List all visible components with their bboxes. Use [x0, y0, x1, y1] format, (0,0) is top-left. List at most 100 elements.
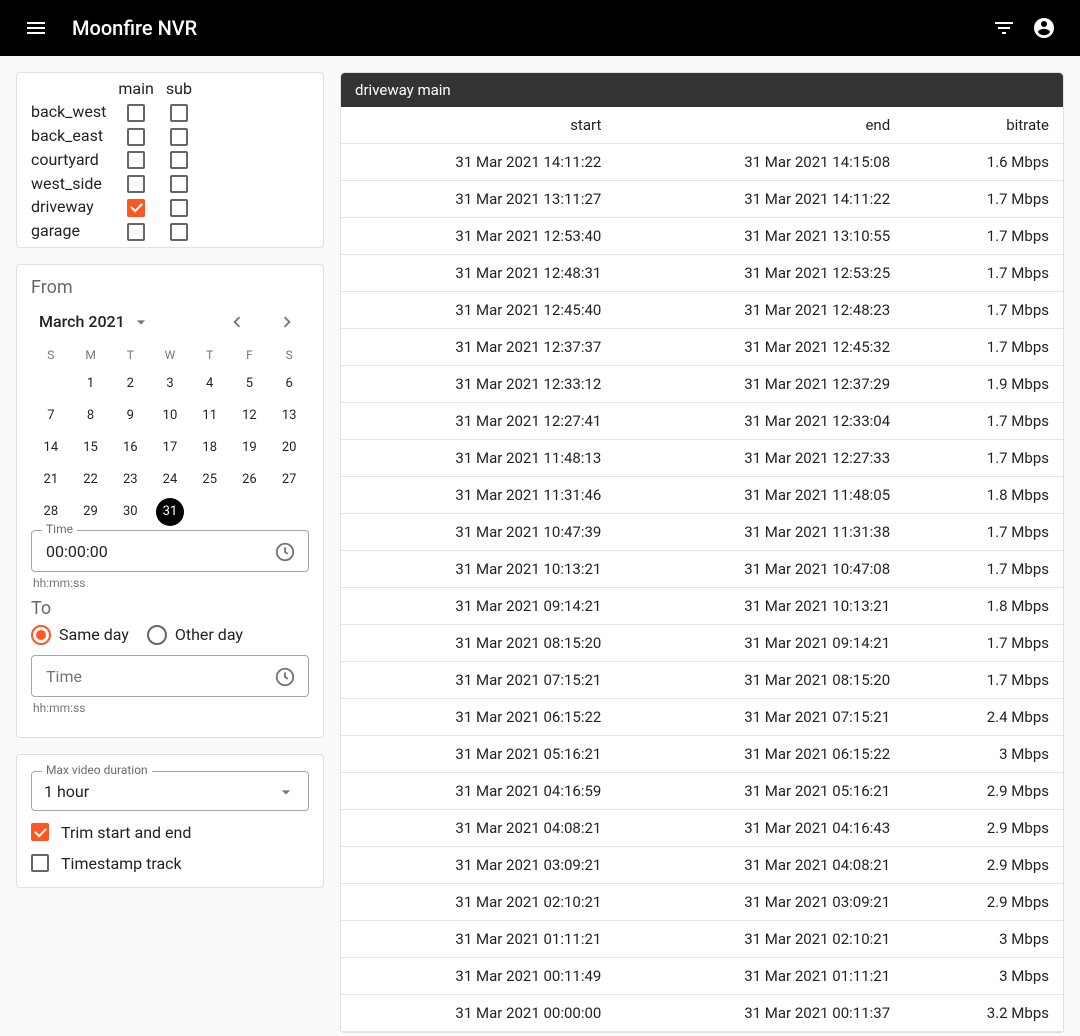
calendar-day[interactable]: 27 — [269, 464, 309, 496]
recording-end: 31 Mar 2021 14:15:08 — [615, 144, 904, 181]
calendar-day[interactable]: 19 — [230, 432, 270, 464]
calendar-day[interactable]: 9 — [110, 400, 150, 432]
recording-row[interactable]: 31 Mar 2021 09:14:2131 Mar 2021 10:13:21… — [341, 588, 1063, 625]
camera-sub-checkbox[interactable] — [170, 104, 188, 122]
calendar-prev-button[interactable] — [223, 308, 251, 336]
camera-main-checkbox[interactable] — [127, 223, 145, 241]
to-time-field[interactable] — [31, 655, 309, 697]
calendar-dow: T — [110, 342, 150, 368]
recording-row[interactable]: 31 Mar 2021 10:47:3931 Mar 2021 11:31:38… — [341, 514, 1063, 551]
from-time-input[interactable] — [44, 541, 274, 562]
calendar-day[interactable]: 8 — [71, 400, 111, 432]
calendar-month-picker[interactable]: March 2021 — [39, 312, 151, 332]
max-duration-select[interactable]: Max video duration 1 hour — [31, 771, 309, 811]
recording-row[interactable]: 31 Mar 2021 11:48:1331 Mar 2021 12:27:33… — [341, 440, 1063, 477]
dropdown-icon — [131, 312, 151, 332]
recording-bitrate: 1.7 Mbps — [904, 625, 1063, 662]
recording-row[interactable]: 31 Mar 2021 14:11:2231 Mar 2021 14:15:08… — [341, 144, 1063, 181]
calendar-day[interactable]: 4 — [190, 368, 230, 400]
calendar-day[interactable]: 3 — [150, 368, 190, 400]
camera-main-checkbox[interactable] — [127, 151, 145, 169]
calendar-day[interactable]: 31 — [150, 496, 190, 528]
recording-row[interactable]: 31 Mar 2021 01:11:2131 Mar 2021 02:10:21… — [341, 921, 1063, 958]
camera-name: back_east — [25, 124, 112, 148]
camera-sub-checkbox[interactable] — [170, 199, 188, 217]
recording-row[interactable]: 31 Mar 2021 04:08:2131 Mar 2021 04:16:43… — [341, 810, 1063, 847]
filter-button[interactable] — [984, 8, 1024, 48]
recording-row[interactable]: 31 Mar 2021 12:48:3131 Mar 2021 12:53:25… — [341, 255, 1063, 292]
recording-row[interactable]: 31 Mar 2021 12:37:3731 Mar 2021 12:45:32… — [341, 329, 1063, 366]
calendar-day[interactable]: 16 — [110, 432, 150, 464]
camera-sub-checkbox[interactable] — [170, 223, 188, 241]
camera-main-checkbox[interactable] — [127, 128, 145, 146]
calendar-day[interactable]: 13 — [269, 400, 309, 432]
recording-start: 31 Mar 2021 13:11:27 — [341, 181, 615, 218]
calendar-day[interactable]: 14 — [31, 432, 71, 464]
recording-row[interactable]: 31 Mar 2021 12:33:1231 Mar 2021 12:37:29… — [341, 366, 1063, 403]
camera-sub-checkbox[interactable] — [170, 128, 188, 146]
calendar-day[interactable]: 26 — [230, 464, 270, 496]
from-time-field[interactable]: Time — [31, 530, 309, 572]
trim-checkbox-row[interactable]: Trim start and end — [31, 823, 309, 842]
account-button[interactable] — [1024, 8, 1064, 48]
calendar-day[interactable]: 21 — [31, 464, 71, 496]
calendar-day[interactable]: 24 — [150, 464, 190, 496]
recording-bitrate: 1.7 Mbps — [904, 329, 1063, 366]
to-other-day-radio[interactable]: Other day — [147, 625, 243, 645]
trim-checkbox[interactable] — [31, 823, 49, 841]
calendar-day[interactable]: 30 — [110, 496, 150, 528]
recording-start: 31 Mar 2021 06:15:22 — [341, 699, 615, 736]
calendar-day[interactable]: 7 — [31, 400, 71, 432]
menu-button[interactable] — [16, 8, 56, 48]
calendar-day[interactable]: 12 — [230, 400, 270, 432]
calendar-day[interactable]: 20 — [269, 432, 309, 464]
recording-row[interactable]: 31 Mar 2021 10:13:2131 Mar 2021 10:47:08… — [341, 551, 1063, 588]
camera-main-checkbox[interactable] — [127, 104, 145, 122]
calendar-day[interactable]: 15 — [71, 432, 111, 464]
recording-row[interactable]: 31 Mar 2021 11:31:4631 Mar 2021 11:48:05… — [341, 477, 1063, 514]
calendar-day[interactable]: 5 — [230, 368, 270, 400]
recording-row[interactable]: 31 Mar 2021 12:53:4031 Mar 2021 13:10:55… — [341, 218, 1063, 255]
camera-main-checkbox[interactable] — [127, 199, 145, 217]
camera-sub-checkbox[interactable] — [170, 175, 188, 193]
recording-start: 31 Mar 2021 09:14:21 — [341, 588, 615, 625]
camera-main-checkbox[interactable] — [127, 175, 145, 193]
recording-start: 31 Mar 2021 10:47:39 — [341, 514, 615, 551]
recording-row[interactable]: 31 Mar 2021 00:00:0031 Mar 2021 00:11:37… — [341, 995, 1063, 1032]
calendar-day[interactable]: 18 — [190, 432, 230, 464]
timestamp-checkbox-row[interactable]: Timestamp track — [31, 854, 309, 873]
to-same-day-radio[interactable]: Same day — [31, 625, 129, 645]
calendar-day[interactable]: 10 — [150, 400, 190, 432]
calendar-day[interactable]: 11 — [190, 400, 230, 432]
calendar-day[interactable]: 2 — [110, 368, 150, 400]
recording-start: 31 Mar 2021 01:11:21 — [341, 921, 615, 958]
timestamp-checkbox[interactable] — [31, 854, 49, 872]
recording-row[interactable]: 31 Mar 2021 13:11:2731 Mar 2021 14:11:22… — [341, 181, 1063, 218]
max-duration-value: 1 hour — [44, 782, 89, 801]
camera-row: garage — [25, 219, 198, 243]
camera-row: back_east — [25, 124, 198, 148]
camera-name: garage — [25, 219, 112, 243]
recording-row[interactable]: 31 Mar 2021 12:45:4031 Mar 2021 12:48:23… — [341, 292, 1063, 329]
recording-row[interactable]: 31 Mar 2021 07:15:2131 Mar 2021 08:15:20… — [341, 662, 1063, 699]
recording-row[interactable]: 31 Mar 2021 12:27:4131 Mar 2021 12:33:04… — [341, 403, 1063, 440]
calendar-day[interactable]: 22 — [71, 464, 111, 496]
recording-row[interactable]: 31 Mar 2021 06:15:2231 Mar 2021 07:15:21… — [341, 699, 1063, 736]
calendar-day[interactable]: 17 — [150, 432, 190, 464]
to-time-input[interactable] — [44, 666, 274, 687]
recording-row[interactable]: 31 Mar 2021 00:11:4931 Mar 2021 01:11:21… — [341, 958, 1063, 995]
calendar-day[interactable]: 23 — [110, 464, 150, 496]
calendar-day[interactable]: 1 — [71, 368, 111, 400]
date-range-card: From March 2021 — [16, 264, 324, 738]
recording-end: 31 Mar 2021 06:15:22 — [615, 736, 904, 773]
recording-row[interactable]: 31 Mar 2021 05:16:2131 Mar 2021 06:15:22… — [341, 736, 1063, 773]
recording-row[interactable]: 31 Mar 2021 04:16:5931 Mar 2021 05:16:21… — [341, 773, 1063, 810]
calendar-day[interactable]: 6 — [269, 368, 309, 400]
recording-row[interactable]: 31 Mar 2021 08:15:2031 Mar 2021 09:14:21… — [341, 625, 1063, 662]
camera-sub-checkbox[interactable] — [170, 151, 188, 169]
calendar-day[interactable]: 25 — [190, 464, 230, 496]
recording-row[interactable]: 31 Mar 2021 02:10:2131 Mar 2021 03:09:21… — [341, 884, 1063, 921]
recording-row[interactable]: 31 Mar 2021 03:09:2131 Mar 2021 04:08:21… — [341, 847, 1063, 884]
calendar-next-button[interactable] — [273, 308, 301, 336]
recording-bitrate: 1.7 Mbps — [904, 440, 1063, 477]
